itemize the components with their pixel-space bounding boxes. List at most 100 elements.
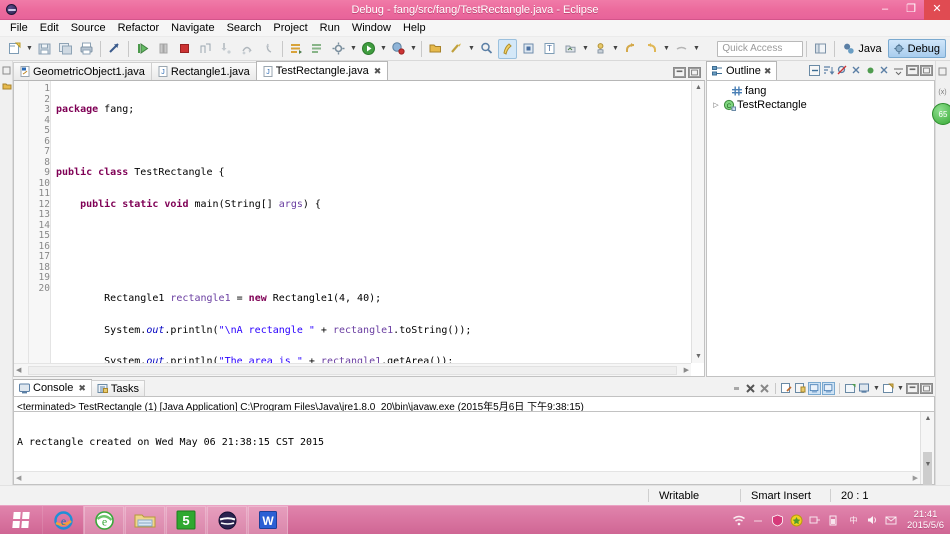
show-console-on-error-icon[interactable] — [822, 382, 835, 395]
pin-editor-icon[interactable] — [672, 39, 691, 59]
step-into-icon[interactable] — [217, 39, 236, 59]
hide-nonpublic-icon[interactable] — [864, 64, 877, 77]
editor-marker-gutter[interactable] — [14, 81, 29, 363]
volume-icon[interactable] — [865, 513, 879, 527]
use-step-filters-icon[interactable] — [308, 39, 327, 59]
remove-all-terminated-icon[interactable] — [758, 382, 771, 395]
menu-help[interactable]: Help — [397, 21, 432, 35]
editor-tab-testrectangle[interactable]: J TestRectangle.java ✖ — [255, 61, 389, 80]
pin-editor-dropdown-icon[interactable]: ▼ — [692, 39, 701, 59]
view-menu-icon[interactable] — [892, 64, 905, 77]
menu-file[interactable]: File — [4, 21, 34, 35]
clear-console-icon[interactable] — [780, 382, 793, 395]
debug-icon[interactable] — [389, 39, 408, 59]
new-java-project-dropdown-icon[interactable]: ▼ — [467, 39, 476, 59]
open-console-dropdown-icon[interactable]: ▼ — [896, 382, 905, 395]
resume-icon[interactable] — [133, 39, 152, 59]
taskbar-file-explorer[interactable] — [124, 505, 165, 534]
scroll-left-icon[interactable]: ◀ — [16, 366, 21, 374]
input-method-icon[interactable]: 中 — [846, 513, 860, 527]
pin-console-icon[interactable] — [844, 382, 857, 395]
outline-row-package[interactable]: fang — [707, 84, 934, 98]
security-icon[interactable] — [770, 513, 784, 527]
hide-local-types-icon[interactable] — [878, 64, 891, 77]
menu-window[interactable]: Window — [346, 21, 397, 35]
network-icon[interactable] — [808, 513, 822, 527]
save-icon[interactable] — [35, 39, 54, 59]
save-all-icon[interactable] — [56, 39, 75, 59]
menu-run[interactable]: Run — [314, 21, 346, 35]
step-over-icon[interactable] — [238, 39, 257, 59]
new-java-project-icon[interactable] — [447, 39, 466, 59]
scroll-right-icon[interactable]: ▶ — [684, 366, 689, 374]
external-tools-dropdown-icon[interactable]: ▼ — [349, 39, 358, 59]
editor-source-text[interactable]: package fang; public class TestRectangle… — [52, 81, 691, 363]
next-annotation-icon[interactable] — [591, 39, 610, 59]
wifi-icon[interactable] — [732, 513, 746, 527]
skip-breakpoints-icon[interactable] — [105, 39, 124, 59]
step-return-icon[interactable] — [259, 39, 278, 59]
scroll-up-icon[interactable]: ▲ — [692, 81, 705, 94]
chevron-right-icon[interactable]: ▷ — [711, 101, 721, 109]
taskbar-clock[interactable]: 21:41 2015/5/6 — [903, 509, 944, 531]
quick-access-input[interactable]: Quick Access — [717, 40, 804, 57]
taskbar-wps-writer[interactable]: W — [247, 505, 288, 534]
tasks-tab[interactable]: Tasks — [90, 380, 146, 396]
search-icon[interactable] — [477, 39, 496, 59]
open-task-icon[interactable] — [519, 39, 538, 59]
close-icon[interactable]: ✖ — [374, 66, 382, 77]
new-wizard-dropdown-icon[interactable]: ▼ — [25, 39, 34, 59]
taskbar-app-s[interactable]: 5 — [165, 505, 206, 534]
scroll-thumb[interactable] — [28, 366, 677, 375]
console-horizontal-scrollbar[interactable]: ◀ ▶ — [14, 471, 920, 484]
taskbar-browser[interactable]: e — [83, 505, 124, 534]
forward-dropdown-icon[interactable]: ▼ — [662, 39, 671, 59]
minimize-icon[interactable] — [906, 383, 919, 394]
close-button[interactable]: ✕ — [924, 0, 950, 20]
hide-static-icon[interactable] — [850, 64, 863, 77]
taskbar-internet-explorer[interactable]: e — [42, 505, 83, 534]
start-button[interactable] — [0, 506, 42, 534]
editor-vertical-scrollbar[interactable]: ▲ ▼ — [691, 81, 704, 363]
perspective-debug[interactable]: Debug — [887, 39, 946, 58]
battery-icon[interactable] — [827, 513, 841, 527]
open-console-icon[interactable] — [882, 382, 895, 395]
console-vertical-scrollbar[interactable]: ▲ ▼ — [920, 412, 934, 488]
display-console-dropdown-icon[interactable]: ▼ — [872, 382, 881, 395]
notification-icon[interactable] — [884, 513, 898, 527]
hide-fields-icon[interactable] — [836, 64, 849, 77]
display-selected-console-icon[interactable] — [858, 382, 871, 395]
close-icon[interactable]: ✖ — [78, 383, 86, 394]
scroll-down-icon[interactable]: ▼ — [692, 350, 705, 363]
java-editor[interactable]: 1 2 3 4 5 6 7 8 9 10 11 12 13 14 15 16 1 — [13, 80, 705, 377]
menu-navigate[interactable]: Navigate — [165, 21, 220, 35]
editor-horizontal-scrollbar[interactable]: ◀ ▶ — [14, 363, 691, 376]
variables-fastview-icon[interactable]: (x) — [936, 84, 949, 98]
close-icon[interactable]: ✖ — [764, 66, 772, 77]
menu-search[interactable]: Search — [221, 21, 268, 35]
hidden-icons-icon[interactable] — [751, 513, 765, 527]
forward-icon[interactable] — [642, 39, 661, 59]
scroll-lock-icon[interactable] — [794, 382, 807, 395]
drop-to-frame-icon[interactable] — [287, 39, 306, 59]
run-icon[interactable] — [359, 39, 378, 59]
open-perspective-icon[interactable] — [811, 39, 830, 59]
restore-button[interactable]: ❐ — [898, 0, 924, 20]
disconnect-icon[interactable] — [196, 39, 215, 59]
suspend-icon[interactable] — [154, 39, 173, 59]
minimize-icon[interactable] — [906, 65, 919, 76]
new-java-class-icon[interactable]: T — [540, 39, 559, 59]
taskbar-eclipse[interactable] — [206, 505, 247, 534]
outline-tree[interactable]: fang ▷ C TestRectangle — [706, 80, 935, 377]
open-type-icon[interactable] — [426, 39, 445, 59]
toggle-mark-occurrences-icon[interactable] — [498, 38, 517, 59]
maximize-icon[interactable] — [688, 67, 701, 78]
minimize-icon[interactable] — [673, 67, 686, 78]
shield-icon[interactable] — [789, 513, 803, 527]
menu-source[interactable]: Source — [65, 21, 112, 35]
show-console-on-output-icon[interactable] — [808, 382, 821, 395]
console-tab[interactable]: Console ✖ — [13, 379, 92, 396]
restore-views-icon[interactable] — [0, 63, 13, 77]
terminate-icon[interactable] — [730, 382, 743, 395]
outline-row-class[interactable]: ▷ C TestRectangle — [707, 98, 934, 112]
